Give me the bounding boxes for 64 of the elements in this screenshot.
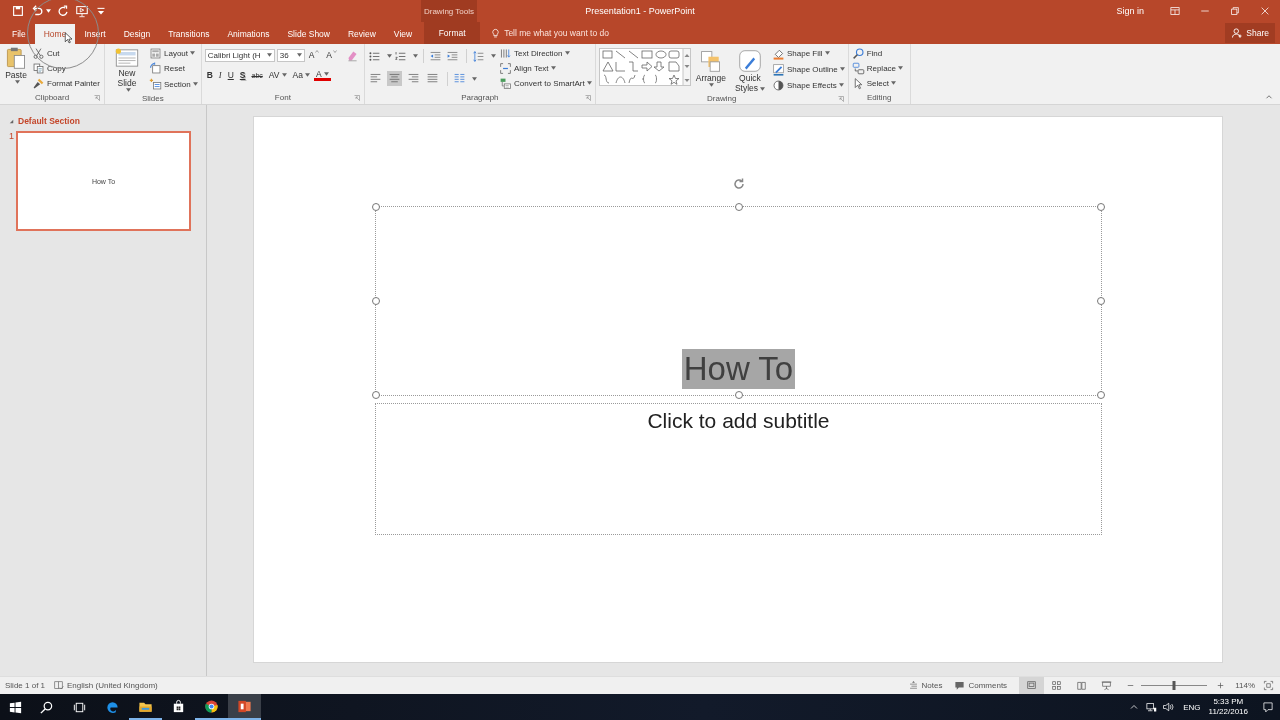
ribbon-tab[interactable]: File (0, 24, 35, 44)
command-button[interactable]: Find (851, 46, 904, 60)
subtitle-placeholder[interactable]: Click to add subtitle (375, 403, 1102, 535)
section-name[interactable]: Default Section (18, 116, 80, 126)
command-button[interactable]: Align Text (499, 61, 592, 75)
input-language[interactable]: ENG (1183, 702, 1201, 712)
command-button[interactable]: Copy (32, 61, 100, 75)
group-label: Clipboard (34, 93, 70, 102)
ribbon-tab[interactable]: Design (114, 24, 160, 44)
quick-styles-button[interactable]: Quick Styles (730, 46, 769, 93)
window-title: Presentation1 - PowerPoint (584, 6, 696, 16)
command-button[interactable]: Shape Effects (771, 78, 845, 92)
format-button[interactable]: S (237, 68, 248, 82)
group-label: Editing (866, 93, 892, 102)
command-button[interactable]: Shape Outline (771, 62, 845, 76)
command-button[interactable]: Format Painter (32, 76, 100, 90)
comments-button[interactable]: Comments (954, 680, 1008, 691)
ribbon-tab[interactable]: Slide Show (278, 24, 339, 44)
tell-me-field[interactable]: Tell me what you want to do (504, 28, 645, 38)
clock-date[interactable]: 11/22/2016 (1208, 707, 1248, 717)
command-button[interactable]: Reset (149, 61, 198, 76)
arrange-button[interactable]: Arrange (693, 46, 728, 93)
format-button[interactable]: Aa (290, 68, 312, 82)
slide-counter: Slide 1 of 1 (5, 681, 46, 690)
format-button[interactable]: B (204, 68, 215, 82)
format-button[interactable]: A (313, 69, 331, 81)
new-slide-button[interactable]: New Slide (108, 46, 146, 92)
slide-title: How To (681, 349, 796, 389)
command-button[interactable]: Shape Fill (771, 46, 845, 60)
slide-number: 1 (9, 131, 15, 141)
command-button[interactable]: Layout (149, 46, 198, 60)
ribbon-tab[interactable]: Format (424, 22, 481, 44)
zoom-level[interactable]: 114% (1235, 681, 1255, 690)
shrink-font-button[interactable]: A (324, 48, 341, 62)
ribbon-tab[interactable]: View (384, 24, 422, 44)
ribbon-tab[interactable]: Transitions (159, 24, 219, 44)
format-button[interactable]: I (216, 68, 224, 82)
group-label: Drawing (707, 94, 737, 103)
format-button[interactable]: AV (266, 68, 289, 82)
subtitle-prompt: Click to add subtitle (647, 409, 830, 434)
language-indicator[interactable]: English (United Kingdom) (67, 681, 158, 690)
ribbon-tab[interactable]: Insert (75, 24, 115, 44)
command-button[interactable]: Cut (32, 46, 100, 60)
clock-time[interactable]: 5:33 PM (1213, 697, 1244, 707)
font-size-field[interactable]: 36 (276, 48, 305, 62)
command-button[interactable]: Text Direction (499, 46, 592, 60)
share-button[interactable]: Share (1225, 23, 1275, 43)
font-name-field[interactable]: Calibri Light (H (204, 48, 275, 62)
ribbon-tab[interactable]: Animations (218, 24, 279, 44)
group-label: Paragraph (461, 93, 499, 102)
notes-button[interactable]: Notes (907, 680, 943, 691)
command-button[interactable]: Replace (851, 61, 904, 75)
sign-in-link[interactable]: Sign in (1116, 6, 1144, 16)
grow-font-button[interactable]: A (306, 48, 323, 62)
paste-button[interactable]: Paste (3, 46, 29, 91)
group-label: Slides (141, 93, 164, 103)
contextual-tab-group-label: Drawing Tools (421, 0, 477, 22)
command-button[interactable]: Section (149, 77, 198, 91)
title-placeholder[interactable]: How To (375, 206, 1102, 396)
command-button[interactable]: Convert to SmartArt (499, 76, 592, 90)
command-button[interactable]: Select (851, 76, 904, 90)
group-label: Font (274, 93, 291, 102)
format-button[interactable]: U (225, 68, 236, 82)
ribbon-tab[interactable]: Review (339, 24, 385, 44)
